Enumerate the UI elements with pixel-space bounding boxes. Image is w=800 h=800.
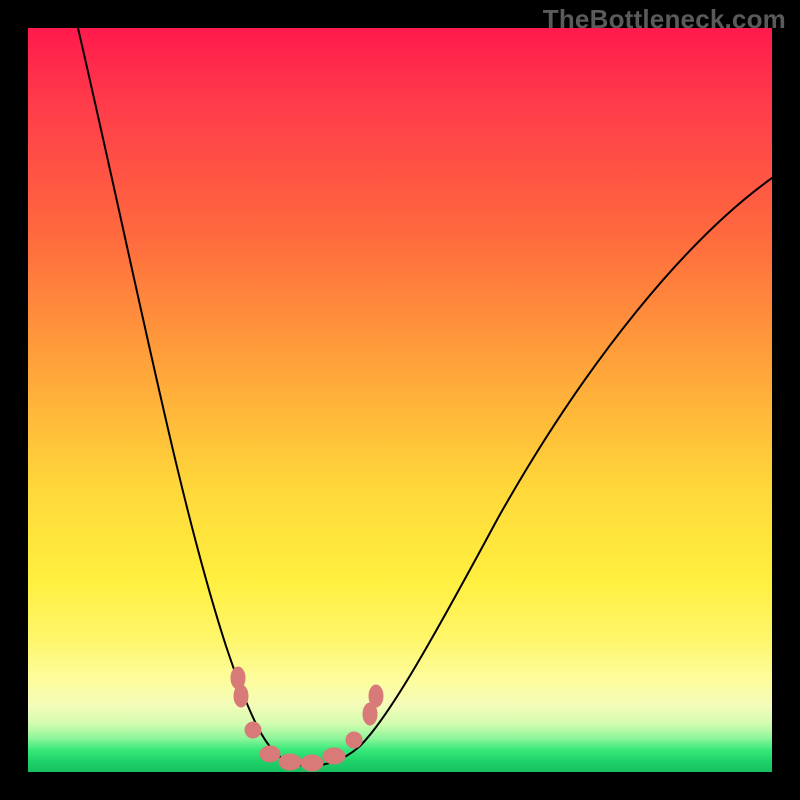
- marker-6: [323, 748, 345, 764]
- watermark-text: TheBottleneck.com: [543, 4, 786, 35]
- marker-9: [369, 685, 383, 707]
- marker-4: [279, 754, 301, 770]
- marker-2: [245, 722, 261, 738]
- curve-svg: [28, 28, 772, 772]
- marker-7: [346, 732, 362, 748]
- plot-area: [28, 28, 772, 772]
- marker-5: [301, 755, 323, 771]
- marker-1: [234, 685, 248, 707]
- bottleneck-curve: [78, 28, 772, 766]
- chart-frame: TheBottleneck.com: [0, 0, 800, 800]
- marker-3: [260, 746, 280, 762]
